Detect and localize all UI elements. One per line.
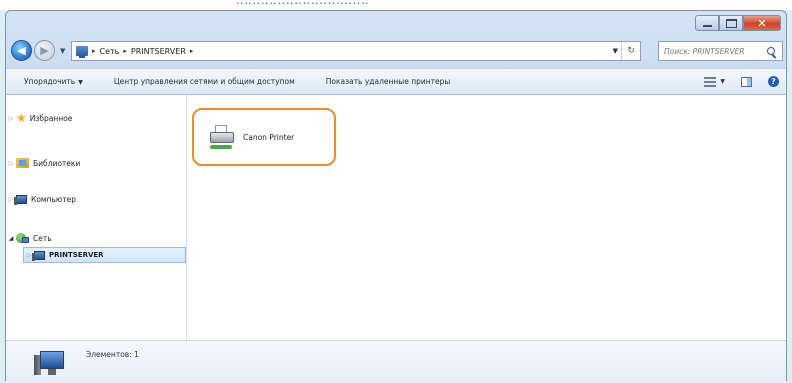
sidebar-item-label: PRINTSERVER bbox=[49, 251, 104, 259]
content-area: ▷ ★ Избранное ▷ Библиотеки ▷ Компьютер ◢… bbox=[6, 95, 786, 340]
explorer-window: ✕ ◀ ▶ ▼ ▸ Сеть ▸ PRINTSERVER ▸ ▼ ↻ Упоря… bbox=[5, 10, 787, 383]
search-icon[interactable] bbox=[767, 47, 775, 55]
top-strip-text: ‥‥‥‥‥‥‥‥‥‥‥‥‥‥‥‥ bbox=[236, 0, 370, 7]
network-pipe-icon bbox=[210, 145, 232, 149]
printer-body bbox=[210, 132, 234, 143]
computer-icon bbox=[14, 194, 27, 205]
printer-icon bbox=[208, 124, 236, 150]
maximize-button[interactable] bbox=[719, 15, 743, 31]
item-count: Элементов: 1 bbox=[86, 350, 139, 359]
details-pane: Элементов: 1 bbox=[6, 340, 786, 383]
back-button[interactable]: ◀ bbox=[11, 40, 32, 61]
maximize-icon bbox=[725, 18, 737, 28]
sidebar-item-label: Компьютер bbox=[31, 194, 76, 204]
expand-arrow-icon[interactable]: ▷ bbox=[6, 160, 16, 167]
minimize-button[interactable] bbox=[695, 15, 719, 31]
preview-pane-icon[interactable] bbox=[741, 76, 752, 87]
forward-arrow-icon: ▶ bbox=[40, 44, 49, 57]
show-remote-printers-button[interactable]: Показать удаленные принтеры bbox=[326, 77, 451, 86]
library-icon bbox=[16, 158, 29, 168]
minimize-icon bbox=[702, 24, 712, 27]
sidebar-item-network[interactable]: ◢ Сеть bbox=[6, 230, 52, 246]
close-icon: ✕ bbox=[757, 16, 767, 30]
close-button[interactable]: ✕ bbox=[743, 15, 781, 31]
crumb-separator-icon[interactable]: ▸ bbox=[190, 47, 194, 55]
view-options-icon[interactable] bbox=[704, 76, 717, 87]
star-icon: ★ bbox=[16, 111, 27, 125]
refresh-icon[interactable]: ↻ bbox=[621, 42, 640, 60]
network-icon bbox=[76, 46, 88, 58]
address-bar[interactable]: ▸ Сеть ▸ PRINTSERVER ▸ ▼ ↻ bbox=[71, 41, 641, 61]
sidebar-item-printserver[interactable]: ▷ PRINTSERVER bbox=[23, 247, 186, 263]
expand-arrow-icon[interactable]: ▷ bbox=[6, 115, 16, 122]
address-dropdown-icon[interactable]: ▼ bbox=[613, 47, 618, 55]
forward-button[interactable]: ▶ bbox=[34, 40, 55, 61]
search-input[interactable] bbox=[659, 46, 767, 56]
toolbar-right: ▼ ? bbox=[704, 69, 786, 94]
view-dropdown-icon[interactable]: ▼ bbox=[720, 78, 725, 85]
sidebar-item-label: Библиотеки bbox=[33, 158, 81, 168]
command-bar: Упорядочить ▼ Центр управления сетями и о… bbox=[6, 68, 786, 95]
network-center-button[interactable]: Центр управления сетями и общим доступом bbox=[114, 77, 295, 86]
breadcrumb-printserver[interactable]: PRINTSERVER bbox=[131, 47, 186, 56]
file-item-canon-printer[interactable]: Canon Printer bbox=[192, 108, 336, 166]
crumb-separator-icon[interactable]: ▸ bbox=[123, 47, 127, 55]
network-icon bbox=[16, 232, 29, 244]
file-item-label: Canon Printer bbox=[243, 132, 295, 142]
recent-pages-dropdown[interactable]: ▼ bbox=[60, 47, 65, 55]
search-box[interactable] bbox=[658, 41, 783, 61]
collapse-arrow-icon[interactable]: ◢ bbox=[6, 235, 16, 242]
monitor-stand bbox=[48, 369, 56, 375]
sidebar-item-favorites[interactable]: ▷ ★ Избранное bbox=[6, 110, 73, 126]
sidebar-item-label: Сеть bbox=[33, 233, 52, 243]
computer-icon bbox=[32, 349, 66, 377]
sidebar-item-libraries[interactable]: ▷ Библиотеки bbox=[6, 155, 80, 171]
caption-buttons: ✕ bbox=[695, 15, 781, 31]
sidebar-item-label: Избранное bbox=[29, 113, 73, 123]
help-icon[interactable]: ? bbox=[768, 76, 779, 87]
back-arrow-icon: ◀ bbox=[17, 44, 26, 57]
organize-button[interactable]: Упорядочить ▼ bbox=[24, 77, 83, 86]
crumb-separator-icon[interactable]: ▸ bbox=[92, 47, 96, 55]
navigation-pane: ▷ ★ Избранное ▷ Библиотеки ▷ Компьютер ◢… bbox=[6, 95, 187, 340]
organize-label: Упорядочить bbox=[24, 77, 76, 86]
computer-monitor bbox=[40, 351, 64, 369]
sidebar-item-computer[interactable]: ▷ Компьютер bbox=[6, 191, 76, 207]
computer-icon bbox=[32, 250, 45, 261]
breadcrumb-network[interactable]: Сеть bbox=[100, 47, 120, 56]
address-row: ◀ ▶ ▼ ▸ Сеть ▸ PRINTSERVER ▸ ▼ ↻ bbox=[6, 38, 786, 64]
top-strip: ‥‥‥‥‥‥‥‥‥‥‥‥‥‥‥‥ bbox=[0, 0, 792, 10]
chevron-down-icon: ▼ bbox=[78, 79, 83, 86]
